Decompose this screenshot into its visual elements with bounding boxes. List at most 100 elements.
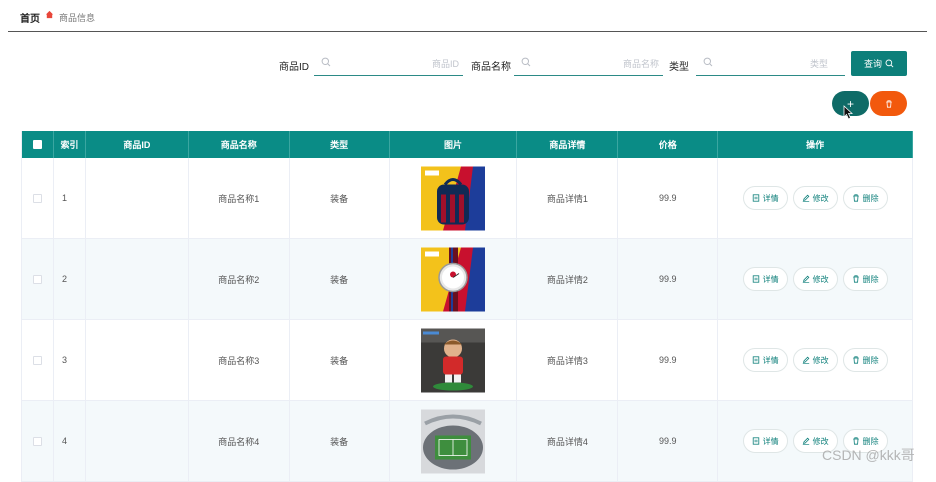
edit-button[interactable]: 修改 [792,267,838,291]
edit-label: 修改 [812,193,829,203]
row-select-cell[interactable] [22,239,54,319]
mouse-cursor-icon [843,105,854,120]
search-id-input[interactable] [336,54,459,74]
cell-image[interactable] [390,401,518,481]
delete-button[interactable]: 删除 [842,348,888,372]
stadium-image [421,409,486,473]
row-checkbox[interactable] [32,193,42,203]
cell-image[interactable] [390,320,518,400]
cell-actions: 详情 修改 删除 [718,320,914,400]
search-icon [703,57,713,67]
cell-index: 1 [54,158,86,238]
search-icon [521,57,531,67]
trash-icon [852,194,859,202]
column-header: 商品ID [86,131,189,158]
search-name-field[interactable] [514,52,663,76]
edit-icon [802,275,810,283]
document-icon [752,356,759,364]
batch-delete-button[interactable] [870,91,907,116]
detail-label: 详情 [762,355,779,365]
delete-button[interactable]: 删除 [842,186,888,210]
edit-label: 修改 [812,355,829,365]
search-id-field[interactable] [314,52,463,76]
document-icon [752,275,759,283]
edit-label: 修改 [812,274,829,284]
cell-id [86,239,189,319]
column-header: 索引 [54,131,86,158]
cell-type: 装备 [290,401,390,481]
column-header: 图片 [390,131,518,158]
cell-type: 装备 [290,239,390,319]
detail-button[interactable]: 详情 [742,429,788,453]
search-id-label: 商品ID [279,62,309,73]
cell-detail: 商品详情2 [517,239,619,319]
detail-label: 详情 [762,274,779,284]
trash-icon [852,437,859,445]
row-checkbox[interactable] [32,436,42,446]
delete-label: 删除 [862,355,879,365]
breadcrumb-home[interactable]: 首页 [20,10,40,25]
delete-label: 删除 [862,193,879,203]
table-row: 1 商品名称1 装备 商品详情1 99.9 详情 修改 删除 [22,158,914,239]
cell-index: 3 [54,320,86,400]
select-all-cell[interactable] [22,131,54,158]
detail-label: 详情 [762,193,779,203]
cell-actions: 详情 修改 删除 [718,401,914,481]
trash-icon [852,356,859,364]
row-select-cell[interactable] [22,401,54,481]
cell-id [86,158,189,238]
search-type-field[interactable] [696,52,845,76]
cell-price: 99.9 [618,401,719,481]
table-header: 索引 商品ID 商品名称 类型 图片 商品详情 价格 操作 [22,131,914,158]
detail-label: 详情 [762,436,779,446]
cell-detail: 商品详情4 [517,401,619,481]
table-row: 3 商品名称3 装备 商品详情3 99.9 详情 修改 删除 [22,320,914,401]
cell-actions: 详情 修改 删除 [718,239,914,319]
cell-type: 装备 [290,158,390,238]
edit-icon [802,194,810,202]
row-select-cell[interactable] [22,158,54,238]
product-table: 索引 商品ID 商品名称 类型 图片 商品详情 价格 操作 1 商品名称1 装备… [21,131,914,482]
home-icon [45,10,54,19]
cell-name: 商品名称2 [189,239,290,319]
search-type-input[interactable] [718,54,828,74]
cell-image[interactable] [390,239,518,319]
trash-icon [885,99,892,108]
detail-button[interactable]: 详情 [742,186,788,210]
cell-image[interactable] [390,158,518,238]
query-button[interactable]: 查询 [851,51,907,76]
figure-image [421,328,486,392]
edit-button[interactable]: 修改 [792,186,838,210]
trash-icon [852,275,859,283]
delete-label: 删除 [862,274,879,284]
row-checkbox[interactable] [32,355,42,365]
cell-type: 装备 [290,320,390,400]
cell-name: 商品名称3 [189,320,290,400]
backpack-image [421,166,486,230]
table-row: 4 商品名称4 装备 商品详情4 99.9 详情 修改 删除 [22,401,914,482]
cell-name: 商品名称4 [189,401,290,481]
search-icon [321,57,331,67]
search-name-input[interactable] [536,54,659,74]
cell-index: 2 [54,239,86,319]
document-icon [752,437,759,445]
column-header: 价格 [618,131,719,158]
breadcrumb: 首页 商品信息 [8,0,927,32]
column-header: 操作 [718,131,914,158]
table-row: 2 商品名称2 装备 商品详情2 99.9 详情 修改 删除 [22,239,914,320]
document-icon [752,194,759,202]
select-all-checkbox[interactable] [32,140,42,149]
delete-button[interactable]: 删除 [842,267,888,291]
cell-id [86,401,189,481]
detail-button[interactable]: 详情 [742,267,788,291]
edit-icon [802,356,810,364]
row-checkbox[interactable] [32,274,42,284]
column-header: 类型 [290,131,390,158]
cell-price: 99.9 [618,320,719,400]
row-select-cell[interactable] [22,320,54,400]
search-name-label: 商品名称 [471,62,511,73]
detail-button[interactable]: 详情 [742,348,788,372]
cell-detail: 商品详情1 [517,158,619,238]
watch-image [421,247,486,311]
edit-button[interactable]: 修改 [792,348,838,372]
